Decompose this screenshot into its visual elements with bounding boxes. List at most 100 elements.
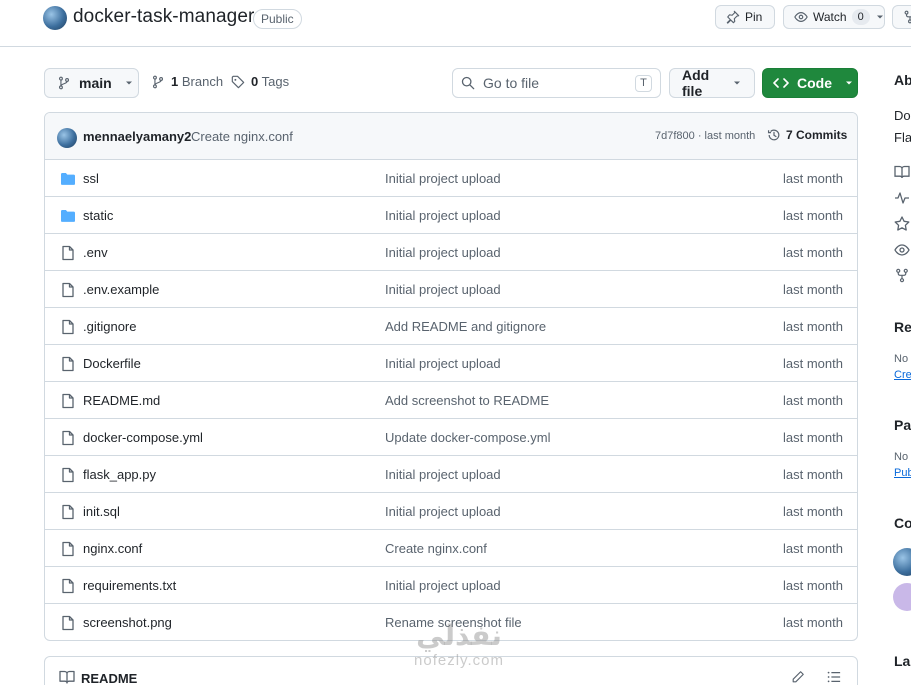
file-last-updated: last month [783, 319, 843, 334]
file-row[interactable]: ssl Initial project upload last month [45, 160, 857, 197]
file-last-updated: last month [783, 467, 843, 482]
file-name[interactable]: ssl [83, 171, 99, 186]
file-last-commit[interactable]: Initial project upload [385, 171, 501, 186]
file-icon [60, 393, 76, 409]
eye-icon[interactable] [894, 243, 910, 257]
file-row[interactable]: .gitignore Add README and gitignore last m… [45, 308, 857, 345]
watch-count: 0 [851, 9, 870, 25]
commit-author-avatar[interactable] [57, 128, 77, 148]
file-list: ssl Initial project upload last month stati… [45, 160, 857, 640]
file-last-commit[interactable]: Initial project upload [385, 208, 501, 223]
pencil-icon[interactable] [791, 670, 805, 684]
code-label: Code [797, 75, 832, 91]
activity-icon[interactable] [894, 191, 910, 205]
pin-button[interactable]: Pin [715, 5, 775, 29]
create-release-link[interactable]: Cre [894, 369, 911, 381]
fork-button[interactable] [892, 5, 911, 29]
file-last-updated: last month [783, 245, 843, 260]
commits-history-link[interactable]: 7 Commits [767, 128, 847, 142]
file-row[interactable]: .env.example Initial project upload last m… [45, 271, 857, 308]
branch-name: main [79, 75, 112, 91]
file-last-updated: last month [783, 504, 843, 519]
branch-icon [57, 76, 71, 90]
file-last-updated: last month [783, 171, 843, 186]
file-icon [60, 541, 76, 557]
contributor-avatar[interactable] [893, 548, 911, 576]
outline-list-icon[interactable] [827, 670, 841, 684]
file-row[interactable]: screenshot.png Rename screenshot file last… [45, 604, 857, 640]
file-last-commit[interactable]: Create nginx.conf [385, 541, 487, 556]
file-last-commit[interactable]: Initial project upload [385, 356, 501, 371]
search-icon [461, 76, 475, 90]
owner-avatar[interactable] [43, 6, 67, 30]
file-last-commit[interactable]: Initial project upload [385, 245, 501, 260]
file-name[interactable]: Dockerfile [83, 356, 141, 371]
file-last-commit[interactable]: Initial project upload [385, 282, 501, 297]
file-icon [60, 245, 76, 261]
publish-package-link[interactable]: Pub [894, 467, 911, 479]
commit-author[interactable]: mennaelyamany2 [83, 129, 191, 144]
contributors-heading[interactable]: Co [894, 515, 911, 531]
pin-label: Pin [745, 10, 763, 24]
tags-link[interactable]: 0 Tags [231, 74, 289, 89]
readme-tab[interactable]: README [81, 671, 137, 685]
file-row[interactable]: .env Initial project upload last month [45, 234, 857, 271]
go-to-file-search[interactable]: T [452, 68, 661, 98]
folder-icon [60, 171, 76, 187]
tag-count: 0 [251, 74, 259, 89]
branch-selector[interactable]: main [44, 68, 139, 98]
file-row[interactable]: docker-compose.yml Update docker-compose.… [45, 419, 857, 456]
releases-heading[interactable]: Re [894, 319, 911, 335]
search-input[interactable] [483, 75, 623, 91]
file-name[interactable]: static [83, 208, 113, 223]
file-row[interactable]: flask_app.py Initial project upload last m… [45, 456, 857, 493]
file-name[interactable]: init.sql [83, 504, 120, 519]
file-name[interactable]: requirements.txt [83, 578, 176, 593]
visibility-badge: Public [253, 9, 302, 29]
file-last-commit[interactable]: Update docker-compose.yml [385, 430, 550, 445]
branches-link[interactable]: 1 Branch [151, 74, 223, 89]
pin-icon [726, 10, 740, 24]
file-name[interactable]: .env [83, 245, 108, 260]
contributor-avatar[interactable] [893, 583, 911, 611]
languages-heading: Lar [894, 653, 911, 669]
file-last-updated: last month [783, 208, 843, 223]
watch-button[interactable]: Watch 0 [783, 5, 885, 29]
about-heading: Ab [894, 72, 911, 88]
file-last-commit[interactable]: Initial project upload [385, 504, 501, 519]
commit-message[interactable]: Create nginx.conf [191, 129, 293, 144]
file-name[interactable]: screenshot.png [83, 615, 172, 630]
file-icon [60, 467, 76, 483]
file-name[interactable]: .env.example [83, 282, 159, 297]
file-row[interactable]: README.md Add screenshot to README last mo… [45, 382, 857, 419]
fork-icon[interactable] [894, 268, 910, 283]
file-name[interactable]: nginx.conf [83, 541, 142, 556]
file-icon [60, 504, 76, 520]
file-last-commit[interactable]: Add README and gitignore [385, 319, 546, 334]
latest-commit-bar: mennaelyamany2 Create nginx.conf 7d7f800… [45, 113, 857, 160]
file-last-commit[interactable]: Add screenshot to README [385, 393, 549, 408]
file-last-updated: last month [783, 615, 843, 630]
file-row[interactable]: init.sql Initial project upload last month [45, 493, 857, 530]
commit-sha-time[interactable]: 7d7f800 · last month [655, 130, 755, 142]
file-row[interactable]: requirements.txt Initial project upload la… [45, 567, 857, 604]
file-name[interactable]: README.md [83, 393, 160, 408]
file-name[interactable]: .gitignore [83, 319, 136, 334]
repo-title[interactable]: docker-task-manager [73, 6, 254, 28]
file-name[interactable]: docker-compose.yml [83, 430, 203, 445]
releases-empty-text: No [894, 353, 909, 365]
file-last-commit[interactable]: Initial project upload [385, 467, 501, 482]
file-name[interactable]: flask_app.py [83, 467, 156, 482]
file-last-commit[interactable]: Initial project upload [385, 578, 501, 593]
file-icon [60, 578, 76, 594]
star-icon[interactable] [894, 216, 910, 231]
file-row[interactable]: Dockerfile Initial project upload last mon… [45, 345, 857, 382]
packages-heading[interactable]: Pa [894, 417, 911, 433]
code-button[interactable]: Code [762, 68, 858, 98]
book-icon[interactable] [894, 165, 910, 179]
file-last-commit[interactable]: Rename screenshot file [385, 615, 522, 630]
tag-icon [231, 75, 245, 89]
file-row[interactable]: nginx.conf Create nginx.conf last month [45, 530, 857, 567]
file-row[interactable]: static Initial project upload last month [45, 197, 857, 234]
add-file-button[interactable]: Add file [669, 67, 755, 99]
